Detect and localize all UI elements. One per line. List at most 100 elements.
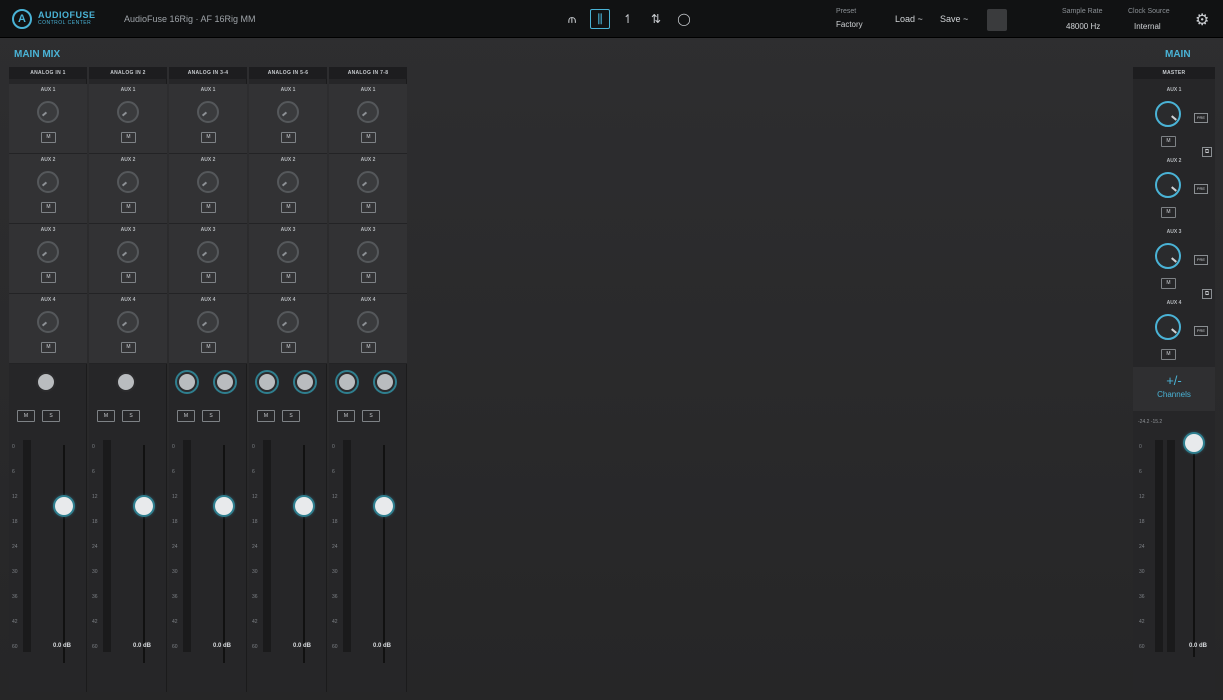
aux-send-knob[interactable] [357,101,379,123]
pan-knob-right[interactable] [375,372,395,392]
pre-button[interactable]: PRE [1194,326,1208,336]
fader-track[interactable] [383,445,385,663]
aux-send-knob[interactable] [197,311,219,333]
aux-mute-button[interactable]: M [361,342,376,353]
aux-mute-button[interactable]: M [121,202,136,213]
aux-mute-button[interactable]: M [281,202,296,213]
master-fader-knob[interactable] [1185,434,1203,452]
mute-button[interactable]: M [17,410,35,422]
patch-icon[interactable]: ⇅ [646,9,666,29]
aux-send-knob[interactable] [277,241,299,263]
fader-knob[interactable] [55,497,73,516]
aux-send-knob[interactable] [117,241,139,263]
loop-icon[interactable]: ◯ [674,9,694,29]
main-aux-mute-button[interactable]: M [1161,136,1176,147]
main-aux-mute-button[interactable]: M [1161,278,1176,289]
solo-button[interactable]: S [282,410,300,422]
device-name[interactable]: AudioFuse 16Rig · AF 16Rig MM [124,14,256,24]
fader-knob[interactable] [215,497,233,516]
aux-send-knob[interactable] [117,101,139,123]
aux-mute-button[interactable]: M [201,132,216,143]
solo-button[interactable]: S [42,410,60,422]
aux-mute-button[interactable]: M [281,342,296,353]
gear-icon[interactable]: ⚙ [1195,10,1209,30]
scale-tick-label: 12 [1139,494,1145,500]
aux-mute-button[interactable]: M [41,342,56,353]
aux-send-knob[interactable] [357,171,379,193]
link-icon[interactable]: ⧉ [1202,147,1212,157]
solo-button[interactable]: S [202,410,220,422]
aux-send-knob[interactable] [277,311,299,333]
aux-send-knob[interactable] [197,101,219,123]
solo-button[interactable]: S [362,410,380,422]
channel-name: ANALOG IN 3-4 [169,67,247,79]
pan-knob-left[interactable] [257,372,277,392]
aux-mute-button[interactable]: M [361,132,376,143]
aux-mute-button[interactable]: M [201,342,216,353]
fader-knob[interactable] [295,497,313,516]
solo-button[interactable]: S [122,410,140,422]
mute-button[interactable]: M [257,410,275,422]
aux-mute-button[interactable]: M [361,272,376,283]
clock-source-value[interactable]: Internal [1134,22,1161,31]
pan-knob-right[interactable] [295,372,315,392]
aux-send-knob[interactable] [277,101,299,123]
aux-mute-button[interactable]: M [41,272,56,283]
aux-send-knob[interactable] [277,171,299,193]
aux-send-knob[interactable] [197,241,219,263]
fader-track[interactable] [223,445,225,663]
sample-rate-value[interactable]: 48000 Hz [1066,22,1100,31]
pan-knob[interactable] [36,372,56,392]
main-aux-knob[interactable] [1155,172,1181,198]
mute-button[interactable]: M [97,410,115,422]
mute-button[interactable]: M [177,410,195,422]
aux-mute-button[interactable]: M [121,132,136,143]
pan-knob-left[interactable] [177,372,197,392]
main-aux-mute-button[interactable]: M [1161,349,1176,360]
channels-toggle-button[interactable]: +/- Channels [1133,367,1215,411]
aux-send-knob[interactable] [37,241,59,263]
aux-mute-button[interactable]: M [41,132,56,143]
aux-send-knob[interactable] [117,311,139,333]
preset-value[interactable]: Factory [836,20,863,29]
routing-icon[interactable]: ↿ [618,9,638,29]
fader-knob[interactable] [135,497,153,516]
aux-send-knob[interactable] [117,171,139,193]
io-icon[interactable]: ⫙ [562,9,582,29]
aux-mute-button[interactable]: M [201,202,216,213]
pan-knob-right[interactable] [215,372,235,392]
fader-track[interactable] [143,445,145,663]
pre-button[interactable]: PRE [1194,184,1208,194]
aux-mute-button[interactable]: M [41,202,56,213]
aux-mute-button[interactable]: M [201,272,216,283]
fader-knob[interactable] [375,497,393,516]
aux-mute-button[interactable]: M [361,202,376,213]
load-dropdown[interactable]: Load ~ [895,14,923,24]
aux-send-knob[interactable] [37,101,59,123]
compare-button[interactable] [987,9,1007,31]
pan-knob-left[interactable] [337,372,357,392]
aux-send-knob[interactable] [197,171,219,193]
mixer-icon[interactable]: ⫼ [590,9,610,29]
fader-track[interactable] [303,445,305,663]
main-aux-knob[interactable] [1155,314,1181,340]
aux-send-knob[interactable] [357,241,379,263]
aux-send-knob[interactable] [357,311,379,333]
aux-send-knob[interactable] [37,311,59,333]
fader-track[interactable] [63,445,65,663]
pre-button[interactable]: PRE [1194,113,1208,123]
main-aux-knob[interactable] [1155,101,1181,127]
aux-mute-button[interactable]: M [281,132,296,143]
mute-button[interactable]: M [337,410,355,422]
save-dropdown[interactable]: Save ~ [940,14,968,24]
master-fader-track[interactable] [1193,439,1195,657]
pre-button[interactable]: PRE [1194,255,1208,265]
aux-send-knob[interactable] [37,171,59,193]
aux-mute-button[interactable]: M [281,272,296,283]
aux-mute-button[interactable]: M [121,342,136,353]
main-aux-knob[interactable] [1155,243,1181,269]
link-icon[interactable]: ⧉ [1202,289,1212,299]
pan-knob[interactable] [116,372,136,392]
aux-mute-button[interactable]: M [121,272,136,283]
main-aux-mute-button[interactable]: M [1161,207,1176,218]
